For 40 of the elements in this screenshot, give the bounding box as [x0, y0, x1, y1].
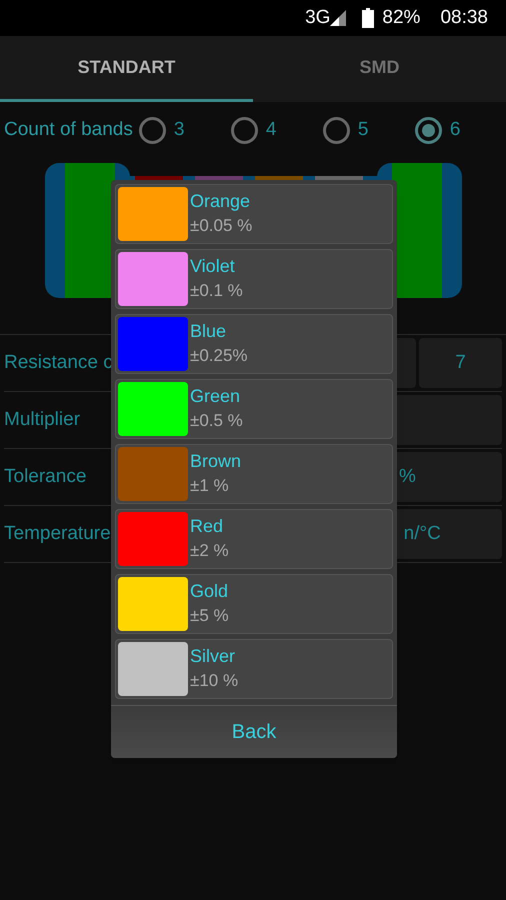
color-option[interactable]: Brown ±1 %: [115, 444, 393, 504]
color-name: Blue: [190, 320, 228, 343]
clock: 08:38: [440, 6, 488, 30]
tolerance-value: ±0.25%: [190, 345, 248, 367]
tolerance-value: ±0.05 %: [190, 215, 252, 237]
color-option[interactable]: Red ±2 %: [115, 509, 393, 569]
tab[interactable]: STANDART: [0, 36, 253, 102]
color-option[interactable]: Violet ±0.1 %: [115, 249, 393, 309]
tolerance-value: ±5 %: [190, 605, 229, 627]
field-label: Multiplier: [4, 408, 80, 432]
tolerance-value: ±0.5 %: [190, 410, 243, 432]
color-name: Brown: [190, 450, 242, 473]
color-option[interactable]: Orange ±0.05 %: [115, 184, 393, 244]
color-name: Gold: [190, 580, 229, 603]
band-radio[interactable]: 3: [138, 116, 231, 144]
signal-icon: [330, 10, 346, 26]
color-option[interactable]: Blue ±0.25%: [115, 314, 393, 374]
band-radio[interactable]: 4: [230, 116, 323, 144]
tolerance-value: ±1 %: [190, 475, 230, 497]
color-option[interactable]: Silver ±10 %: [115, 639, 393, 699]
band-radio[interactable]: 5: [322, 116, 415, 144]
network-label: 3G: [305, 6, 330, 30]
color-name: Red: [190, 515, 224, 538]
tolerance-value: ±0.1 %: [190, 280, 243, 302]
color-name: Green: [190, 385, 242, 408]
color-option[interactable]: Gold ±5 %: [115, 574, 393, 634]
battery-icon: [362, 8, 374, 28]
battery-level: 82%: [382, 6, 420, 30]
tolerance-value: ±2 %: [190, 540, 229, 562]
field-label: Temperature: [4, 522, 111, 546]
tolerance-value: ±10 %: [190, 670, 238, 692]
color-option[interactable]: Green ±0.5 %: [115, 379, 393, 439]
bands-label: Count of bands: [4, 118, 133, 142]
color-name: Orange: [190, 190, 252, 213]
digit-box[interactable]: 7: [419, 338, 502, 388]
back-button[interactable]: Back: [111, 705, 397, 758]
color-name: Silver: [190, 645, 236, 668]
tab[interactable]: SMD: [253, 36, 506, 102]
color-name: Violet: [190, 255, 236, 278]
field-label: Tolerance: [4, 464, 86, 489]
